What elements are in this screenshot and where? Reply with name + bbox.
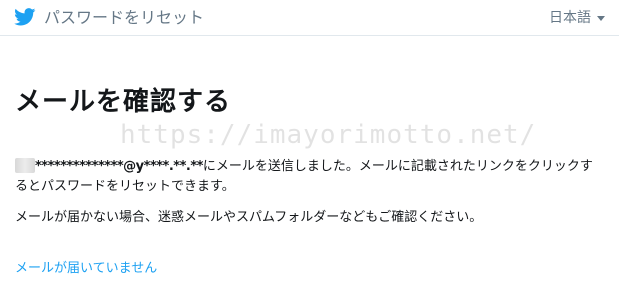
twitter-bird-icon[interactable] <box>14 8 36 26</box>
language-label: 日本語 <box>549 10 591 26</box>
caret-down-icon <box>597 15 605 21</box>
page-title: メールを確認する <box>15 87 232 117</box>
page-header-title: パスワードをリセット <box>44 8 205 27</box>
email-sent-message: **************@y****.**.**にメールを送信しました。メー… <box>15 157 600 197</box>
top-bar: パスワードをリセット 日本語 <box>0 0 619 36</box>
email-not-received-link[interactable]: メールが届いていません <box>15 260 157 278</box>
spam-folder-hint: メールが届かない場合、迷惑メールやスパムフォルダーなどもご確認ください。 <box>15 210 483 225</box>
masked-email: **************@y****.**.** <box>35 159 203 174</box>
watermark-text: https://imayorimotto.net/ <box>120 120 537 150</box>
language-selector[interactable]: 日本語 <box>549 9 605 27</box>
redacted-email-prefix <box>15 158 35 173</box>
